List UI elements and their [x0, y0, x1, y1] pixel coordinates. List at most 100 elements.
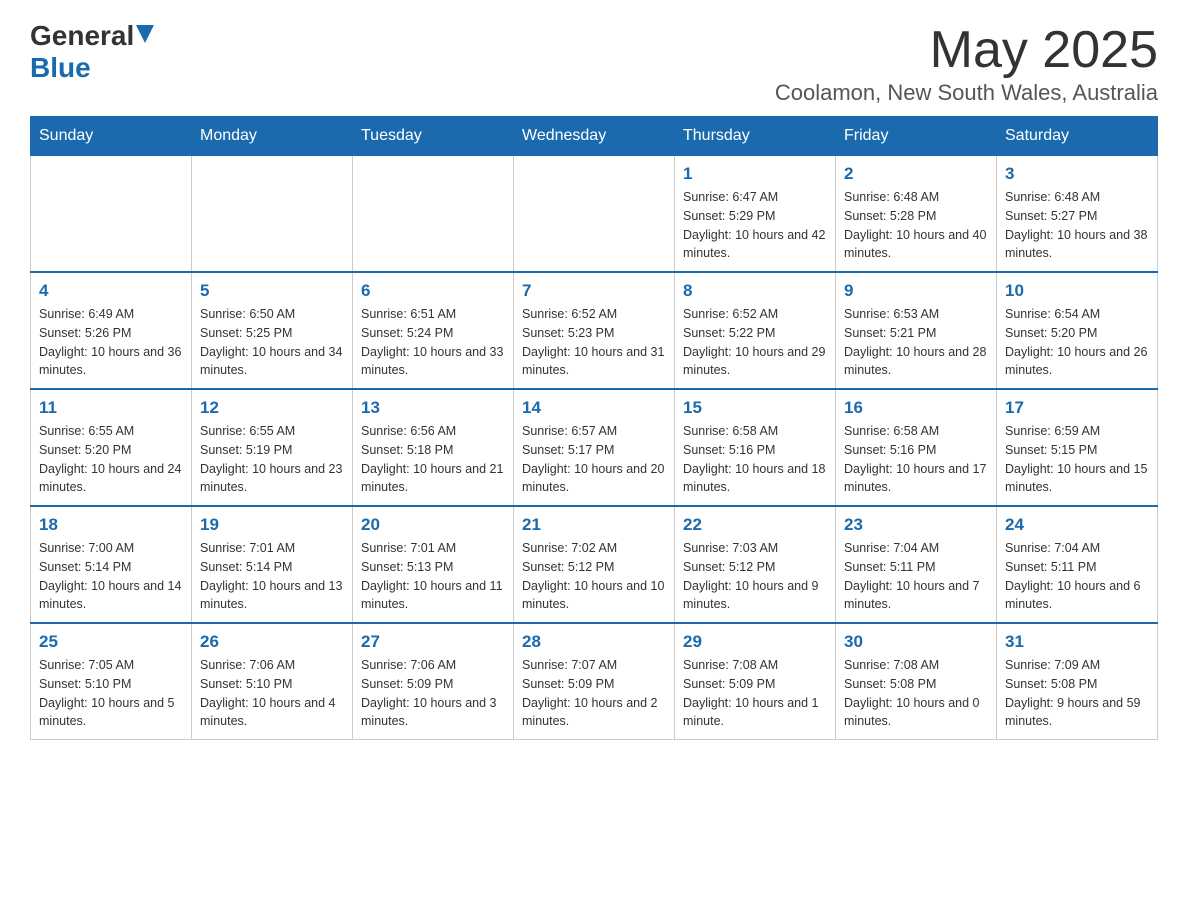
calendar-cell: 13Sunrise: 6:56 AM Sunset: 5:18 PM Dayli…: [353, 389, 514, 506]
calendar-cell: 12Sunrise: 6:55 AM Sunset: 5:19 PM Dayli…: [192, 389, 353, 506]
day-number: 13: [361, 398, 505, 418]
day-info: Sunrise: 7:00 AM Sunset: 5:14 PM Dayligh…: [39, 539, 183, 614]
calendar-cell: 11 Sunrise: 6:55 AM Sunset: 5:20 PM Dayli…: [31, 389, 192, 506]
day-info: Sunrise: 6:59 AM Sunset: 5:15 PM Dayligh…: [1005, 422, 1149, 497]
month-title: May 2025: [775, 20, 1158, 80]
day-info: Sunrise: 7:05 AM Sunset: 5:10 PM Dayligh…: [39, 656, 183, 731]
calendar-cell: 10 Sunrise: 6:54 AM Sunset: 5:20 PM Dayli…: [997, 272, 1158, 389]
day-number: 6: [361, 281, 505, 301]
calendar-week-row-3: 11 Sunrise: 6:55 AM Sunset: 5:20 PM Dayli…: [31, 389, 1158, 506]
col-header-saturday: Saturday: [997, 117, 1158, 156]
calendar-cell: 30Sunrise: 7:08 AM Sunset: 5:08 PM Dayli…: [836, 623, 997, 740]
day-number: 28: [522, 632, 666, 652]
calendar-cell: 18 Sunrise: 7:00 AM Sunset: 5:14 PM Dayli…: [31, 506, 192, 623]
day-number: 8: [683, 281, 827, 301]
day-number: 26: [200, 632, 344, 652]
calendar-cell: 8Sunrise: 6:52 AM Sunset: 5:22 PM Daylig…: [675, 272, 836, 389]
logo: General Blue: [30, 20, 154, 84]
calendar-cell: 3 Sunrise: 6:48 AM Sunset: 5:27 PM Daylig…: [997, 156, 1158, 273]
calendar-week-row-5: 25 Sunrise: 7:05 AM Sunset: 5:10 PM Dayli…: [31, 623, 1158, 740]
calendar-cell: 15 Sunrise: 6:58 AM Sunset: 5:16 PM Dayli…: [675, 389, 836, 506]
day-number: 11: [39, 398, 183, 418]
col-header-sunday: Sunday: [31, 117, 192, 156]
col-header-thursday: Thursday: [675, 117, 836, 156]
day-number: 31: [1005, 632, 1149, 652]
col-header-monday: Monday: [192, 117, 353, 156]
day-info: Sunrise: 6:47 AM Sunset: 5:29 PM Dayligh…: [683, 188, 827, 263]
day-info: Sunrise: 7:06 AM Sunset: 5:10 PM Dayligh…: [200, 656, 344, 731]
day-number: 24: [1005, 515, 1149, 535]
page-header: General Blue May 2025 Coolamon, New Sout…: [30, 20, 1158, 106]
day-info: Sunrise: 6:57 AM Sunset: 5:17 PM Dayligh…: [522, 422, 666, 497]
day-number: 25: [39, 632, 183, 652]
day-info: Sunrise: 6:48 AM Sunset: 5:27 PM Dayligh…: [1005, 188, 1149, 263]
day-info: Sunrise: 6:48 AM Sunset: 5:28 PM Dayligh…: [844, 188, 988, 263]
day-info: Sunrise: 6:54 AM Sunset: 5:20 PM Dayligh…: [1005, 305, 1149, 380]
calendar-cell: 22 Sunrise: 7:03 AM Sunset: 5:12 PM Dayli…: [675, 506, 836, 623]
day-info: Sunrise: 6:53 AM Sunset: 5:21 PM Dayligh…: [844, 305, 988, 380]
calendar-cell: 4 Sunrise: 6:49 AM Sunset: 5:26 PM Daylig…: [31, 272, 192, 389]
day-number: 17: [1005, 398, 1149, 418]
day-info: Sunrise: 7:01 AM Sunset: 5:14 PM Dayligh…: [200, 539, 344, 614]
day-number: 23: [844, 515, 988, 535]
day-number: 9: [844, 281, 988, 301]
calendar-cell: 1 Sunrise: 6:47 AM Sunset: 5:29 PM Daylig…: [675, 156, 836, 273]
day-number: 4: [39, 281, 183, 301]
day-number: 2: [844, 164, 988, 184]
day-number: 19: [200, 515, 344, 535]
calendar-cell: [192, 156, 353, 273]
calendar-cell: 17 Sunrise: 6:59 AM Sunset: 5:15 PM Dayli…: [997, 389, 1158, 506]
day-number: 10: [1005, 281, 1149, 301]
day-info: Sunrise: 6:58 AM Sunset: 5:16 PM Dayligh…: [683, 422, 827, 497]
day-info: Sunrise: 7:04 AM Sunset: 5:11 PM Dayligh…: [844, 539, 988, 614]
calendar-cell: 5Sunrise: 6:50 AM Sunset: 5:25 PM Daylig…: [192, 272, 353, 389]
day-info: Sunrise: 7:07 AM Sunset: 5:09 PM Dayligh…: [522, 656, 666, 731]
day-number: 15: [683, 398, 827, 418]
day-info: Sunrise: 7:04 AM Sunset: 5:11 PM Dayligh…: [1005, 539, 1149, 614]
day-number: 18: [39, 515, 183, 535]
calendar-header-row: Sunday Monday Tuesday Wednesday Thursday…: [31, 117, 1158, 156]
calendar-cell: [514, 156, 675, 273]
calendar-cell: 31 Sunrise: 7:09 AM Sunset: 5:08 PM Dayli…: [997, 623, 1158, 740]
logo-arrow-icon: [136, 25, 154, 43]
day-number: 3: [1005, 164, 1149, 184]
calendar-week-row-2: 4 Sunrise: 6:49 AM Sunset: 5:26 PM Daylig…: [31, 272, 1158, 389]
col-header-tuesday: Tuesday: [353, 117, 514, 156]
calendar-cell: 21Sunrise: 7:02 AM Sunset: 5:12 PM Dayli…: [514, 506, 675, 623]
day-info: Sunrise: 6:55 AM Sunset: 5:20 PM Dayligh…: [39, 422, 183, 497]
day-number: 21: [522, 515, 666, 535]
calendar-cell: 28 Sunrise: 7:07 AM Sunset: 5:09 PM Dayli…: [514, 623, 675, 740]
calendar-cell: 16 Sunrise: 6:58 AM Sunset: 5:16 PM Dayli…: [836, 389, 997, 506]
day-info: Sunrise: 6:58 AM Sunset: 5:16 PM Dayligh…: [844, 422, 988, 497]
day-info: Sunrise: 7:01 AM Sunset: 5:13 PM Dayligh…: [361, 539, 505, 614]
day-number: 27: [361, 632, 505, 652]
calendar-cell: 27Sunrise: 7:06 AM Sunset: 5:09 PM Dayli…: [353, 623, 514, 740]
day-info: Sunrise: 7:08 AM Sunset: 5:09 PM Dayligh…: [683, 656, 827, 731]
day-info: Sunrise: 7:09 AM Sunset: 5:08 PM Dayligh…: [1005, 656, 1149, 731]
day-info: Sunrise: 6:50 AM Sunset: 5:25 PM Dayligh…: [200, 305, 344, 380]
day-number: 14: [522, 398, 666, 418]
calendar-cell: [353, 156, 514, 273]
calendar-cell: 14 Sunrise: 6:57 AM Sunset: 5:17 PM Dayli…: [514, 389, 675, 506]
day-info: Sunrise: 6:52 AM Sunset: 5:23 PM Dayligh…: [522, 305, 666, 380]
day-number: 16: [844, 398, 988, 418]
calendar-table: Sunday Monday Tuesday Wednesday Thursday…: [30, 116, 1158, 740]
day-info: Sunrise: 7:03 AM Sunset: 5:12 PM Dayligh…: [683, 539, 827, 614]
day-number: 29: [683, 632, 827, 652]
calendar-week-row-4: 18 Sunrise: 7:00 AM Sunset: 5:14 PM Dayli…: [31, 506, 1158, 623]
day-info: Sunrise: 6:51 AM Sunset: 5:24 PM Dayligh…: [361, 305, 505, 380]
day-number: 1: [683, 164, 827, 184]
logo-blue: Blue: [30, 52, 91, 83]
day-info: Sunrise: 7:08 AM Sunset: 5:08 PM Dayligh…: [844, 656, 988, 731]
calendar-cell: 2 Sunrise: 6:48 AM Sunset: 5:28 PM Daylig…: [836, 156, 997, 273]
day-number: 7: [522, 281, 666, 301]
day-number: 22: [683, 515, 827, 535]
calendar-cell: 29 Sunrise: 7:08 AM Sunset: 5:09 PM Dayli…: [675, 623, 836, 740]
calendar-cell: 25 Sunrise: 7:05 AM Sunset: 5:10 PM Dayli…: [31, 623, 192, 740]
calendar-cell: 6 Sunrise: 6:51 AM Sunset: 5:24 PM Daylig…: [353, 272, 514, 389]
calendar-cell: 20Sunrise: 7:01 AM Sunset: 5:13 PM Dayli…: [353, 506, 514, 623]
calendar-cell: 9 Sunrise: 6:53 AM Sunset: 5:21 PM Daylig…: [836, 272, 997, 389]
title-block: May 2025 Coolamon, New South Wales, Aust…: [775, 20, 1158, 106]
calendar-cell: 24 Sunrise: 7:04 AM Sunset: 5:11 PM Dayli…: [997, 506, 1158, 623]
day-info: Sunrise: 6:49 AM Sunset: 5:26 PM Dayligh…: [39, 305, 183, 380]
